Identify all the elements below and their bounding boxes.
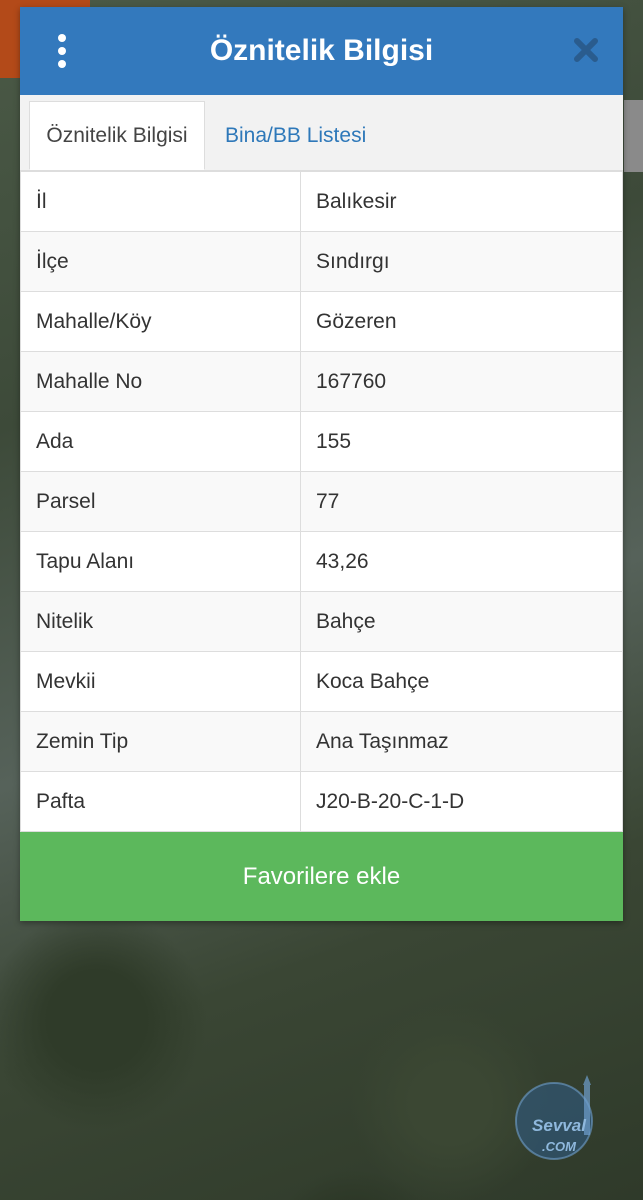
attribute-value: 155 [300,411,623,472]
tab-building-list[interactable]: Bina/BB Listesi [225,101,366,170]
watermark-suffix: .COM [542,1139,576,1154]
attribute-value: 167760 [300,351,623,412]
attribute-key: Mahalle No [20,351,301,412]
attribute-key: İl [20,171,301,232]
attribute-key: Tapu Alanı [20,531,301,592]
tab-attribute-info[interactable]: Öznitelik Bilgisi [29,101,205,170]
table-row: İlçe Sındırgı [20,231,623,292]
attribute-table: İl Balıkesir İlçe Sındırgı Mahalle/Köy Gözere… [20,171,623,832]
tab-bar: Öznitelik Bilgisi Bina/BB Listesi [20,95,623,171]
close-icon[interactable] [573,37,599,63]
watermark-brand: Sevval [532,1116,586,1135]
watermark-text: Sevval .COM [514,1116,604,1156]
add-to-favorites-button[interactable]: Favorilere ekle [20,832,623,921]
table-row: Zemin Tip Ana Taşınmaz [20,711,623,772]
table-row: Tapu Alanı 43,26 [20,531,623,592]
table-row: Pafta J20-B-20-C-1-D [20,771,623,832]
attribute-value: 43,26 [300,531,623,592]
attribute-value: Balıkesir [300,171,623,232]
table-row: Mahalle/Köy Gözeren [20,291,623,352]
table-row: Mahalle No 167760 [20,351,623,412]
attribute-info-dialog: Öznitelik Bilgisi Öznitelik Bilgisi Bina… [20,7,623,921]
attribute-key: Nitelik [20,591,301,652]
attribute-key: Zemin Tip [20,711,301,772]
attribute-key: İlçe [20,231,301,292]
attribute-value: Bahçe [300,591,623,652]
attribute-value: Koca Bahçe [300,651,623,712]
attribute-value: Gözeren [300,291,623,352]
table-row: Nitelik Bahçe [20,591,623,652]
attribute-key: Pafta [20,771,301,832]
dialog-title: Öznitelik Bilgisi [209,34,434,67]
attribute-key: Mahalle/Köy [20,291,301,352]
table-row: Ada 155 [20,411,623,472]
attribute-value: Ana Taşınmaz [300,711,623,772]
attribute-value: J20-B-20-C-1-D [300,771,623,832]
attribute-value: 77 [300,471,623,532]
scrollbar-thumb[interactable] [624,100,643,172]
attribute-value: Sındırgı [300,231,623,292]
table-row: Mevkii Koca Bahçe [20,651,623,712]
attribute-key: Parsel [20,471,301,532]
table-row: İl Balıkesir [20,171,623,232]
dialog-header: Öznitelik Bilgisi [20,7,623,95]
more-vertical-icon[interactable] [54,34,70,68]
attribute-key: Mevkii [20,651,301,712]
attribute-key: Ada [20,411,301,472]
table-row: Parsel 77 [20,471,623,532]
